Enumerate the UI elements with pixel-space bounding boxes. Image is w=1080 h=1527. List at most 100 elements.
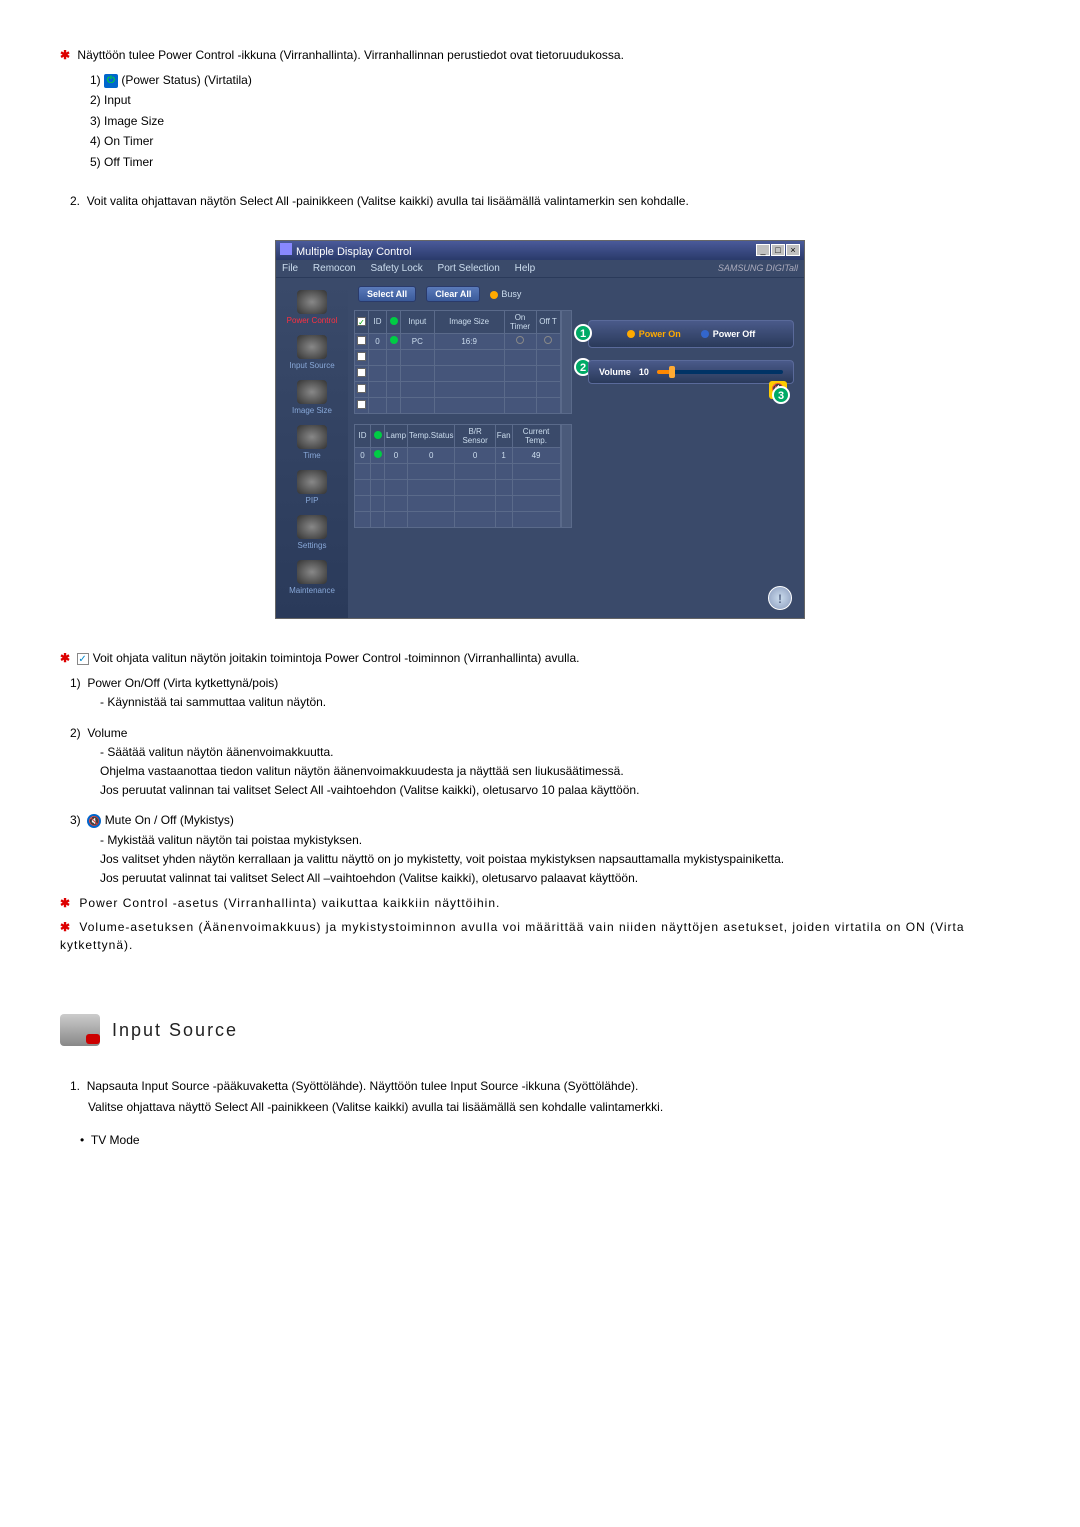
checkbox-header-icon[interactable]: [357, 317, 366, 326]
row-checkbox[interactable]: [357, 384, 366, 393]
item-2-sub2: Ohjelma vastaanottaa tiedon valitun näyt…: [100, 762, 1020, 781]
app-screenshot: Multiple Display Control _□× File Remoco…: [275, 240, 805, 619]
table-header-row: ID Lamp Temp.Status B/R Sensor Fan Curre…: [355, 424, 561, 447]
pip-icon: [297, 470, 327, 494]
status2-header: [371, 424, 385, 447]
menu-file[interactable]: File: [282, 263, 298, 274]
app-icon: [280, 243, 292, 255]
menu-help[interactable]: Help: [515, 263, 536, 274]
row-checkbox[interactable]: [357, 336, 366, 345]
maximize-icon[interactable]: □: [771, 244, 785, 256]
menu-port-selection[interactable]: Port Selection: [438, 263, 500, 274]
table-row: [355, 349, 561, 365]
bottom-bullet: • TV Mode: [80, 1133, 1020, 1147]
list-item-3: 3) Image Size: [90, 111, 1020, 131]
list-item-5: 5) Off Timer: [90, 152, 1020, 172]
item-2-sub3: Jos peruutat valinnan tai valitset Selec…: [100, 781, 1020, 800]
row-status-dot: [374, 450, 382, 458]
off-timer-dot: [544, 336, 552, 344]
busy-dot-icon: [490, 291, 498, 299]
note-1: ✱ Power Control -asetus (Virranhallinta)…: [60, 894, 1020, 912]
power-control-icon: [297, 290, 327, 314]
menubar: File Remocon Safety Lock Port Selection …: [276, 260, 804, 278]
checkbox-icon: [77, 653, 89, 665]
intro-text: Näyttöön tulee Power Control -ikkuna (Vi…: [77, 48, 624, 62]
settings-icon: [297, 515, 327, 539]
row-checkbox[interactable]: [357, 400, 366, 409]
item-2-title: 2) Volume: [70, 723, 1020, 743]
sidebar-item-time[interactable]: Time: [276, 421, 348, 464]
table-header-row: ID Input Image Size On Timer Off T: [355, 310, 561, 333]
power-off-dot-icon: [701, 330, 709, 338]
table-row: [355, 365, 561, 381]
below-star-line: ✱ Voit ohjata valitun näytön joitakin to…: [60, 649, 1020, 667]
window-title: Multiple Display Control: [296, 246, 412, 258]
table-row[interactable]: 0 0 0 0 1 49: [355, 447, 561, 463]
section-heading: Input Source: [60, 1014, 1020, 1046]
row-checkbox[interactable]: [357, 368, 366, 377]
minimize-icon[interactable]: _: [756, 244, 770, 256]
table-row: [355, 381, 561, 397]
table-row: [355, 511, 561, 527]
callout-1: 1: [574, 324, 592, 342]
table-row: [355, 495, 561, 511]
star-icon: ✱: [60, 920, 71, 934]
on-timer-dot: [516, 336, 524, 344]
table-row[interactable]: 0 PC 16:9: [355, 333, 561, 349]
table-row: [355, 479, 561, 495]
list-item-2: 2) Input: [90, 90, 1020, 110]
item-2-sub1: - Säätää valitun näytön äänenvoimakkuutt…: [100, 743, 1020, 762]
titlebar: Multiple Display Control _□×: [276, 241, 804, 260]
status-dot-icon: [374, 431, 382, 439]
power-on-button[interactable]: Power On: [627, 329, 681, 339]
volume-label: Volume: [599, 367, 631, 377]
input-source-icon: [297, 335, 327, 359]
menu-remocon[interactable]: Remocon: [313, 263, 356, 274]
sidebar-item-input-source[interactable]: Input Source: [276, 331, 348, 374]
status-table: ID Lamp Temp.Status B/R Sensor Fan Curre…: [354, 424, 561, 528]
item-3-sub1: - Mykistää valitun näytön tai poistaa my…: [100, 831, 1020, 850]
close-icon[interactable]: ×: [786, 244, 800, 256]
power-panel: Power On Power Off: [588, 320, 794, 348]
row-checkbox[interactable]: [357, 352, 366, 361]
heading-text: Input Source: [112, 1020, 238, 1041]
item-1-title: 1) Power On/Off (Virta kytkettynä/pois): [70, 673, 1020, 693]
sidebar-item-power-control[interactable]: Power Control: [276, 286, 348, 329]
table-row: [355, 397, 561, 413]
item-3-sub3: Jos peruutat valinnat tai valitset Selec…: [100, 869, 1020, 888]
scrollbar[interactable]: [561, 310, 572, 414]
time-icon: [297, 425, 327, 449]
row-status-dot: [390, 336, 398, 344]
menu-safety-lock[interactable]: Safety Lock: [371, 263, 423, 274]
sidebar-item-pip[interactable]: PIP: [276, 466, 348, 509]
window-controls[interactable]: _□×: [755, 244, 800, 256]
clear-all-button[interactable]: Clear All: [426, 286, 480, 302]
volume-thumb[interactable]: [669, 366, 675, 378]
star-icon: ✱: [60, 651, 70, 665]
below-text: Voit ohjata valitun näytön joitakin toim…: [93, 651, 580, 665]
item-3-sub2: Jos valitset yhden näytön kerrallaan ja …: [100, 850, 1020, 869]
volume-slider[interactable]: [657, 370, 783, 374]
sidebar-item-maintenance[interactable]: Maintenance: [276, 556, 348, 599]
sidebar-item-image-size[interactable]: Image Size: [276, 376, 348, 419]
power-status-icon: ⏻: [104, 74, 118, 88]
volume-value: 10: [639, 367, 649, 377]
busy-indicator: Busy: [490, 289, 521, 299]
note-2: ✱ Volume-asetuksen (Äänenvoimakkuus) ja …: [60, 918, 1020, 954]
image-size-icon: [297, 380, 327, 404]
info-button[interactable]: !: [768, 586, 792, 610]
power-on-dot-icon: [627, 330, 635, 338]
star-icon: ✱: [60, 48, 70, 62]
sidebar-item-settings[interactable]: Settings: [276, 511, 348, 554]
volume-panel: Volume 10 🔇: [588, 360, 794, 384]
power-off-button[interactable]: Power Off: [701, 329, 756, 339]
item-1-sub: - Käynnistää tai sammuttaa valitun näytö…: [100, 693, 1020, 712]
select-all-button[interactable]: Select All: [358, 286, 416, 302]
table-row: [355, 463, 561, 479]
mute-icon: 🔇: [87, 814, 101, 828]
list-item-1: 1) ⏻ (Power Status) (Virtatila): [90, 70, 1020, 90]
bottom-numbered: 1. Napsauta Input Source -pääkuvaketta (…: [70, 1076, 1020, 1117]
input-source-heading-icon: [60, 1014, 100, 1046]
scrollbar[interactable]: [561, 424, 572, 528]
item-3-title: 3) 🔇 Mute On / Off (Mykistys): [70, 810, 1020, 830]
